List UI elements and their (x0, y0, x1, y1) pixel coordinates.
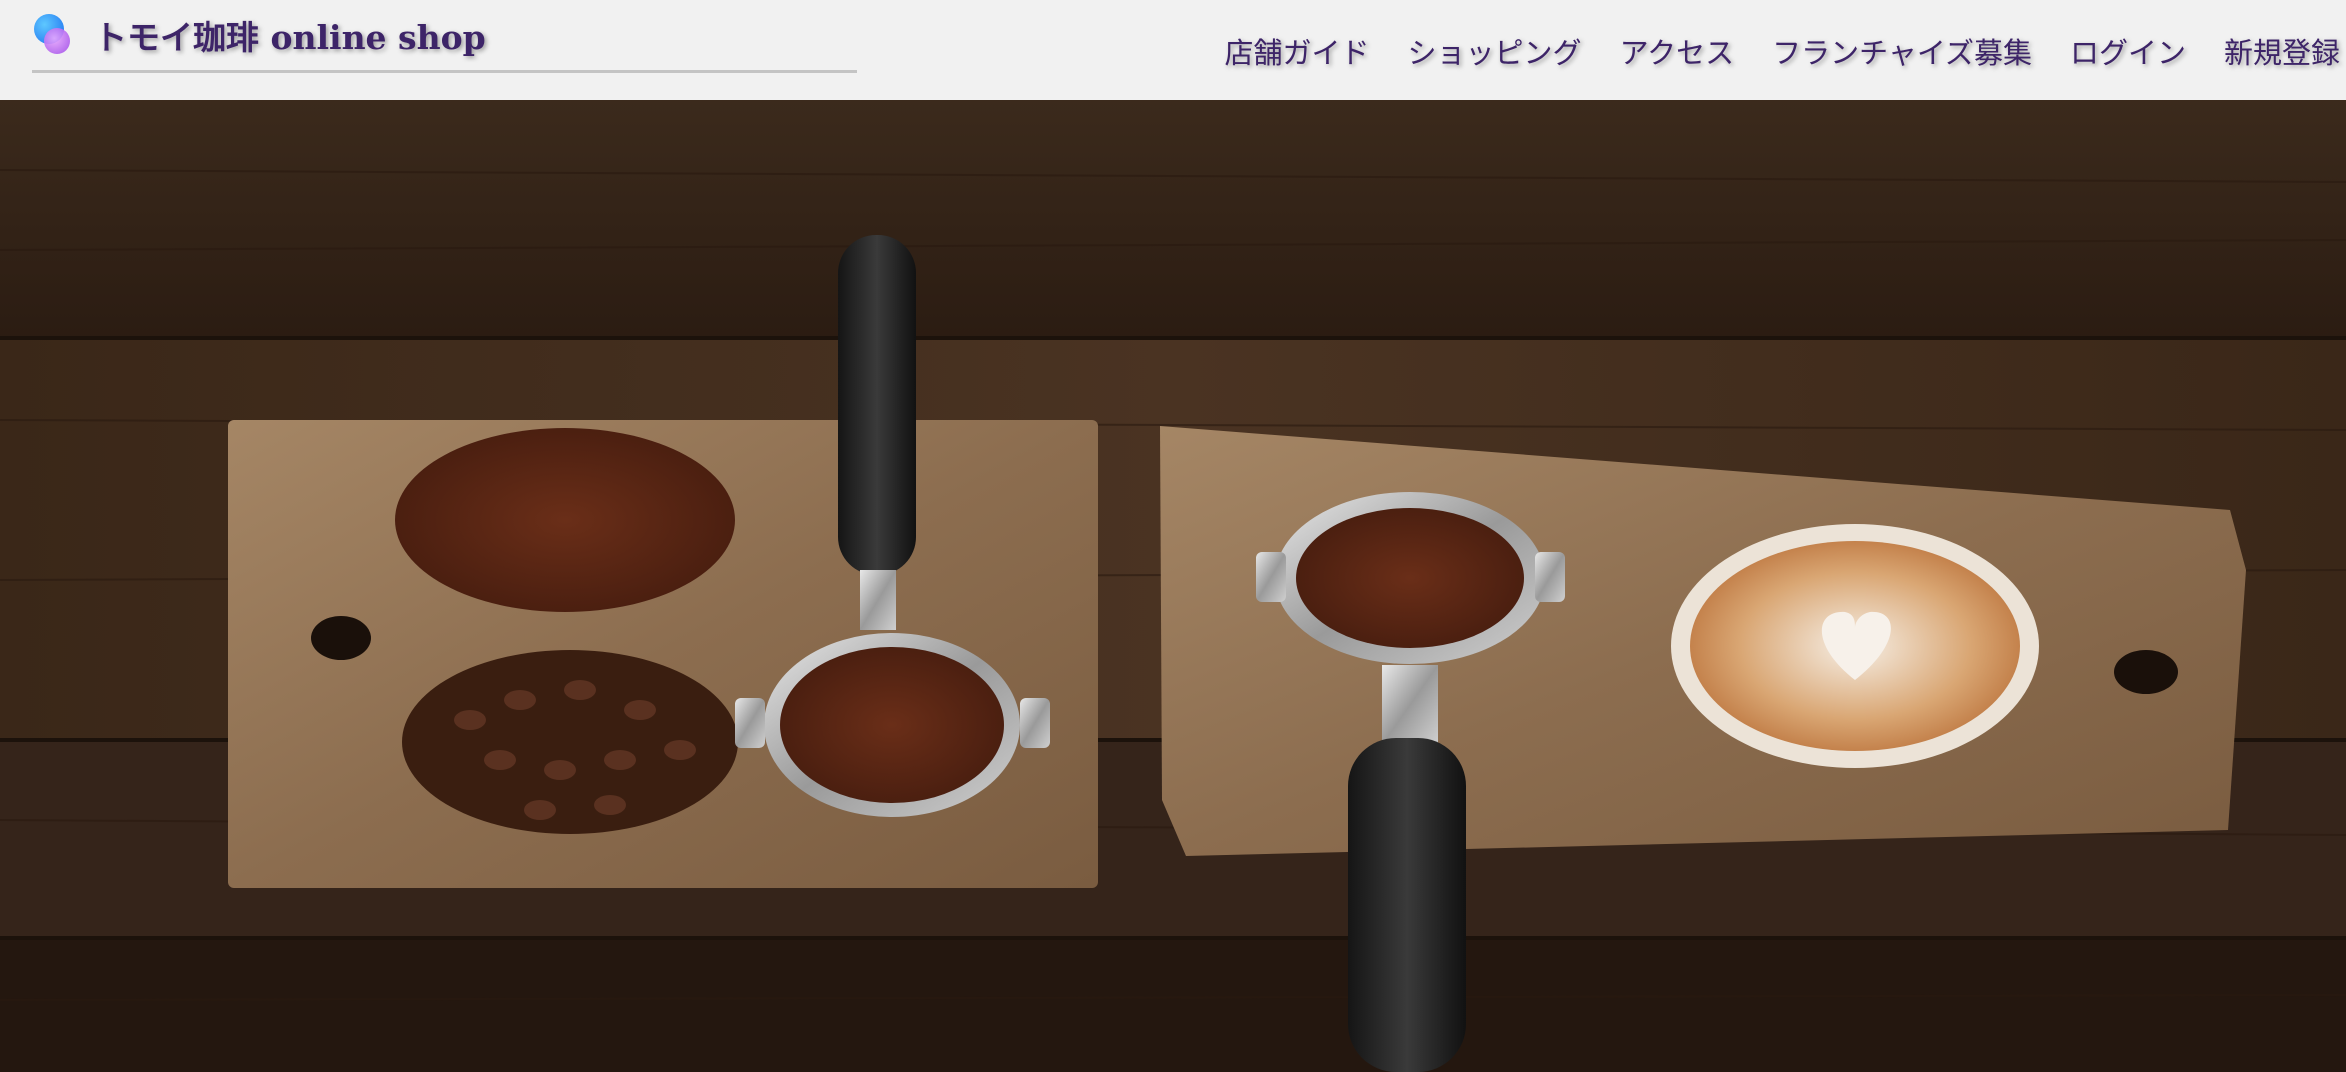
nav-register[interactable]: 新規登録 (2224, 30, 2340, 72)
title-divider (32, 70, 857, 73)
nav-login[interactable]: ログイン (2070, 30, 2186, 72)
site-title[interactable]: トモイ珈琲 online shop (94, 11, 486, 59)
main-nav: 店舗ガイド ショッピング アクセス フランチャイズ募集 ログイン 新規登録 (1187, 30, 2340, 72)
coffee-hero-photo (0, 100, 2346, 1072)
overlapping-circles-logo-icon (34, 14, 72, 56)
nav-shopping[interactable]: ショッピング (1408, 30, 1582, 72)
brand[interactable]: トモイ珈琲 online shop (34, 12, 486, 58)
nav-access[interactable]: アクセス (1620, 30, 1735, 72)
hero-banner (0, 100, 2346, 1072)
nav-franchise[interactable]: フランチャイズ募集 (1772, 30, 2032, 72)
site-header: トモイ珈琲 online shop 店舗ガイド ショッピング アクセス フランチ… (0, 0, 2346, 100)
nav-store-guide[interactable]: 店舗ガイド (1225, 30, 1370, 72)
